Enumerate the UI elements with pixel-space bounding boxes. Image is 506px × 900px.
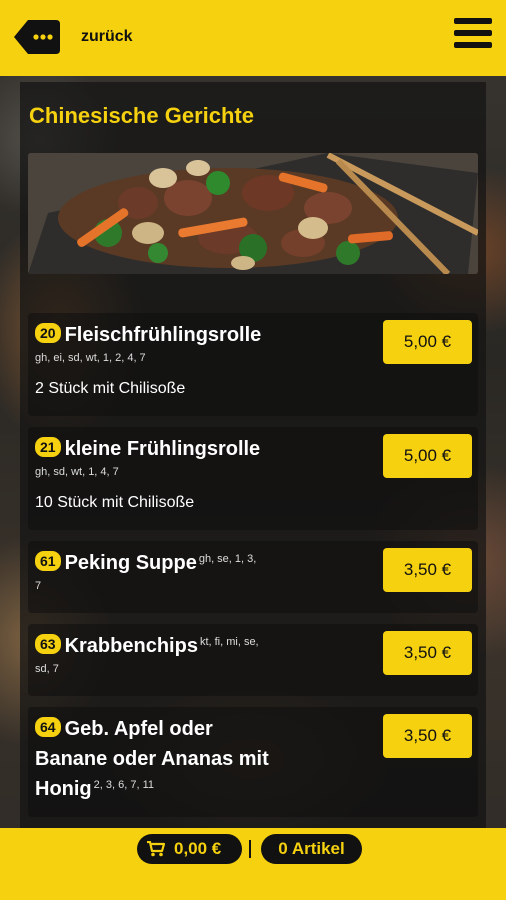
item-allergens: kt, fi, mi, se, xyxy=(199,636,259,648)
top-bar: zurück xyxy=(0,0,506,76)
cart-total: 0,00 € xyxy=(174,839,222,858)
menu-item[interactable]: 21 kleine Frühlingsrolle gh, sd, wt, 1, 4… xyxy=(28,427,478,530)
price-button[interactable]: 3,50 € xyxy=(383,714,472,758)
item-name-continued: Banane oder Ananas mit xyxy=(35,748,269,770)
item-number-badge: 61 xyxy=(35,551,61,571)
item-allergens-continued: sd, 7 xyxy=(35,663,59,675)
item-allergens-continued: 7 xyxy=(35,580,42,592)
article-count[interactable]: 0 Artikel xyxy=(261,834,362,864)
menu-item[interactable]: 61 Peking Suppe gh, se, 1, 3, 7 3,50 € xyxy=(28,541,478,613)
menu-item[interactable]: 64 Geb. Apfel oder Banane oder Ananas mit… xyxy=(28,707,478,817)
price-button[interactable]: 3,50 € xyxy=(383,631,472,675)
item-allergens: gh, sd, wt, 1, 4, 7 xyxy=(35,466,119,478)
item-number-badge: 63 xyxy=(35,634,61,654)
item-description: 10 Stück mit Chilisoße xyxy=(35,494,195,511)
price-button[interactable]: 3,50 € xyxy=(383,548,472,592)
back-label[interactable]: zurück xyxy=(81,28,133,46)
beef-broccoli-dish-photo xyxy=(28,153,478,274)
back-button[interactable] xyxy=(14,20,60,54)
item-name-continued: Honig xyxy=(35,778,92,800)
item-number-badge: 20 xyxy=(35,323,61,343)
cart-button[interactable]: 0,00 € xyxy=(137,834,242,864)
item-allergens: gh, ei, sd, wt, 1, 2, 4, 7 xyxy=(35,352,146,364)
menu-item[interactable]: 20 Fleischfrühlingsrolle gh, ei, sd, wt, … xyxy=(28,313,478,416)
item-number-badge: 64 xyxy=(35,717,61,737)
hamburger-menu-icon[interactable] xyxy=(454,18,492,54)
item-allergens: 2, 3, 6, 7, 11 xyxy=(93,779,154,791)
back-tag-icon xyxy=(14,20,60,54)
item-name: Peking Suppe xyxy=(64,552,197,574)
price-button[interactable]: 5,00 € xyxy=(383,434,472,478)
item-name: Fleischfrühlingsrolle xyxy=(64,324,262,346)
menu-panel: Chinesische Gerichte 20 Fleischfrühlings… xyxy=(20,82,486,828)
item-name: kleine Frühlingsrolle xyxy=(64,438,261,460)
price-button[interactable]: 5,00 € xyxy=(383,320,472,364)
item-allergens: gh, se, 1, 3, xyxy=(198,553,257,565)
item-name: Geb. Apfel oder xyxy=(64,718,213,740)
shopping-cart-icon xyxy=(147,841,165,857)
menu-item[interactable]: 63 Krabbenchips kt, fi, mi, se, sd, 7 3,50… xyxy=(28,624,478,696)
item-number-badge: 21 xyxy=(35,437,61,457)
bottom-cart-bar: 0,00 € 0 Artikel xyxy=(0,828,506,900)
item-name: Krabbenchips xyxy=(64,635,198,657)
section-title: Chinesische Gerichte xyxy=(29,103,254,128)
item-description: 2 Stück mit Chilisoße xyxy=(35,380,186,397)
divider xyxy=(249,840,251,858)
